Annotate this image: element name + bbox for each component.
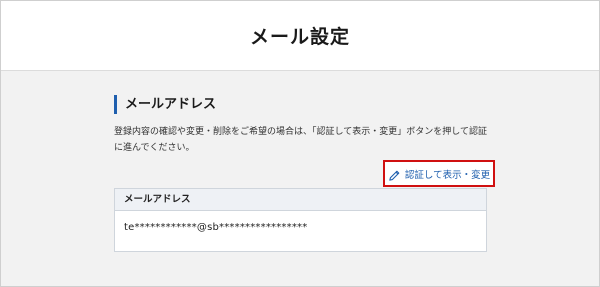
- auth-display-change-button[interactable]: 認証して表示・変更: [383, 160, 495, 187]
- page-header: メール設定: [1, 1, 599, 71]
- email-card-header: メールアドレス: [115, 189, 486, 211]
- auth-button-label: 認証して表示・変更: [404, 169, 491, 181]
- masked-email-value: te************@sb*****************: [124, 222, 308, 233]
- page-title: メール設定: [249, 26, 350, 48]
- email-card: メールアドレス te************@sb***************…: [114, 188, 487, 252]
- section-title: メールアドレス: [114, 95, 216, 114]
- pencil-icon: [388, 167, 401, 181]
- section-description: 登録内容の確認や変更・削除をご希望の場合は、「認証して表示・変更」ボタンを押して…: [114, 127, 487, 153]
